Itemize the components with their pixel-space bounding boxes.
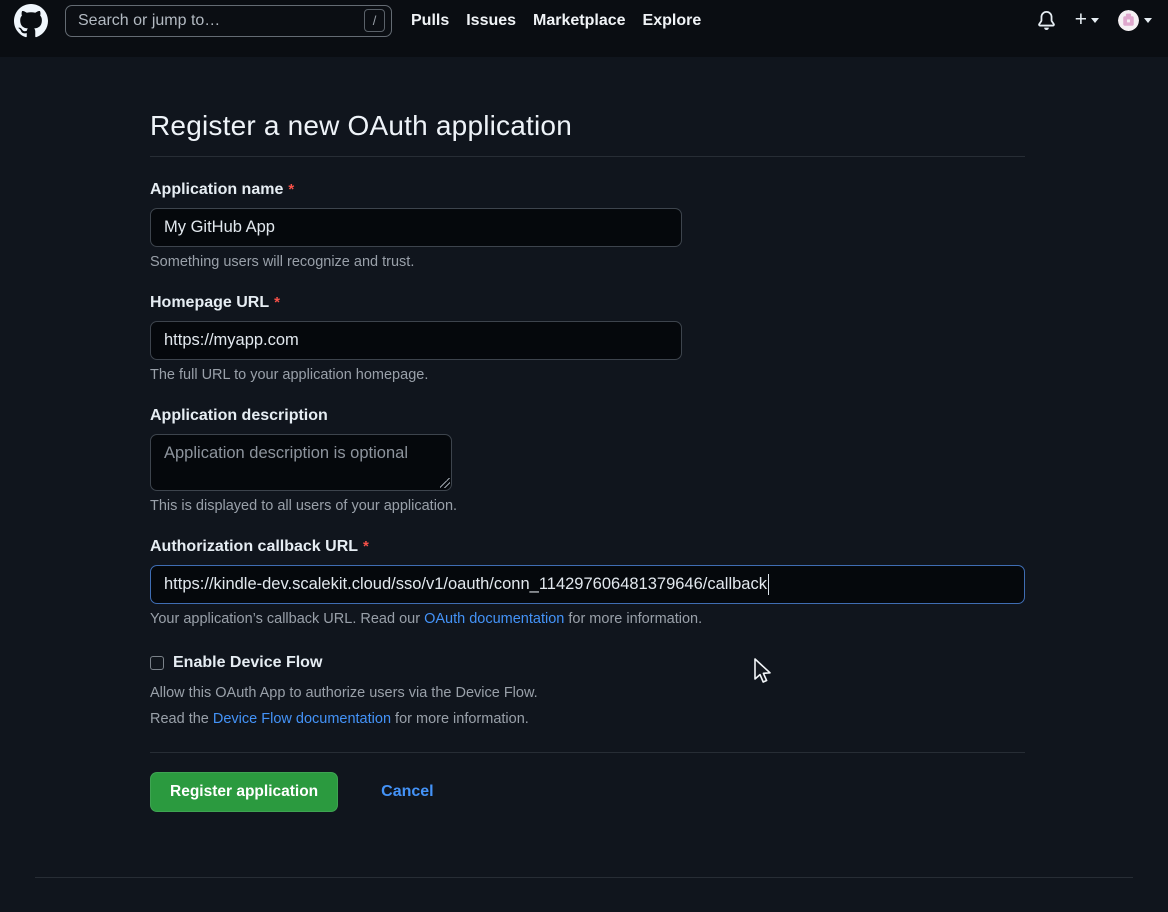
application-name-input[interactable] (150, 208, 682, 247)
application-name-label: Application name (150, 181, 283, 199)
top-nav: Pulls Issues Marketplace Explore (411, 12, 701, 30)
cancel-link[interactable]: Cancel (381, 783, 433, 801)
device-flow-note-1: Allow this OAuth App to authorize users … (150, 685, 1025, 701)
global-header: / Pulls Issues Marketplace Explore + (0, 0, 1168, 57)
search-input[interactable] (78, 12, 364, 30)
caret-down-icon (1144, 18, 1152, 23)
required-asterisk: * (288, 181, 294, 198)
homepage-url-input[interactable] (150, 321, 682, 360)
global-search[interactable]: / (65, 5, 392, 37)
form-actions: Register application Cancel (150, 772, 1025, 812)
nav-issues[interactable]: Issues (466, 12, 516, 30)
register-application-button[interactable]: Register application (150, 772, 338, 812)
callback-url-input[interactable]: https://kindle-dev.scalekit.cloud/sso/v1… (150, 565, 1025, 604)
footer-divider (35, 877, 1133, 878)
device-flow-note-2: Read the Device Flow documentation for m… (150, 711, 1025, 727)
main-content: Register a new OAuth application Applica… (150, 110, 1025, 812)
nav-explore[interactable]: Explore (643, 12, 702, 30)
callback-url-value: https://kindle-dev.scalekit.cloud/sso/v1… (164, 575, 767, 594)
header-right: + (1037, 10, 1152, 31)
caret-down-icon (1091, 18, 1099, 23)
description-help: This is displayed to all users of your a… (150, 498, 1025, 514)
slash-shortcut-hint: / (364, 9, 385, 32)
github-logo-icon[interactable] (14, 4, 48, 38)
field-group-description: Application description This is displaye… (150, 407, 1025, 514)
form-divider (150, 752, 1025, 753)
homepage-url-label: Homepage URL (150, 294, 269, 312)
plus-icon: + (1075, 9, 1087, 30)
page-title: Register a new OAuth application (150, 110, 1025, 157)
oauth-register-page: { "header": { "logo_icon": "github-octoc… (0, 0, 1168, 912)
description-label: Application description (150, 407, 328, 425)
oauth-documentation-link[interactable]: OAuth documentation (424, 611, 564, 627)
callback-url-help: Your application’s callback URL. Read ou… (150, 611, 1025, 627)
device-flow-checkbox[interactable] (150, 656, 164, 670)
device-flow-documentation-link[interactable]: Device Flow documentation (213, 711, 391, 727)
required-asterisk: * (363, 538, 369, 555)
text-caret (768, 574, 770, 595)
homepage-url-help: The full URL to your application homepag… (150, 367, 1025, 383)
nav-marketplace[interactable]: Marketplace (533, 12, 626, 30)
application-name-help: Something users will recognize and trust… (150, 254, 1025, 270)
create-new-menu[interactable]: + (1075, 11, 1099, 30)
field-group-homepage-url: Homepage URL * The full URL to your appli… (150, 294, 1025, 383)
callback-url-label: Authorization callback URL (150, 538, 358, 556)
device-flow-label[interactable]: Enable Device Flow (173, 654, 322, 672)
field-group-application-name: Application name * Something users will r… (150, 181, 1025, 270)
nav-pulls[interactable]: Pulls (411, 12, 449, 30)
required-asterisk: * (274, 294, 280, 311)
device-flow-row: Enable Device Flow (150, 654, 1025, 672)
description-textarea[interactable] (150, 434, 452, 491)
avatar (1118, 10, 1139, 31)
notifications-bell-icon[interactable] (1037, 11, 1056, 30)
field-group-callback-url: Authorization callback URL * https://kind… (150, 538, 1025, 627)
user-menu[interactable] (1118, 10, 1152, 31)
